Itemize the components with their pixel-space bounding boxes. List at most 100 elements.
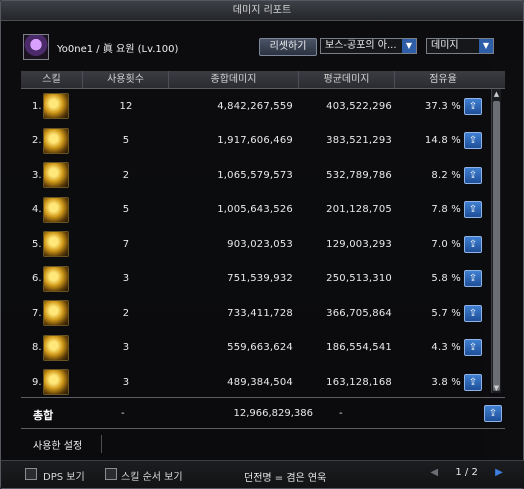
total-row: 총합 - 12,966,829,386 - ⇪ bbox=[21, 397, 505, 429]
chevron-down-icon: ▼ bbox=[479, 39, 493, 53]
dps-label: DPS 보기 bbox=[43, 472, 85, 483]
row-total: 4,842,267,559 bbox=[217, 100, 293, 112]
row-total: 489,384,504 bbox=[227, 376, 293, 388]
row-index: 1. bbox=[32, 100, 42, 112]
row-total: 903,023,053 bbox=[227, 238, 293, 250]
skill-order-label: 스킬 순서 보기 bbox=[121, 472, 183, 483]
row-count: 2 bbox=[122, 307, 130, 319]
header-share: 점유율 bbox=[429, 74, 457, 85]
row-index: 6. bbox=[32, 273, 42, 285]
table-row: 9. 3 489,384,504 163,128,168 3.8 % ⇪ bbox=[21, 365, 491, 400]
row-total: 733,411,728 bbox=[227, 307, 293, 319]
row-avg: 250,513,310 bbox=[326, 273, 392, 285]
chevron-up-icon[interactable]: ▲ bbox=[492, 89, 501, 99]
damage-table: 스킬 사용횟수 종합데미지 평균데미지 점유율 1. 12 4,842,267,… bbox=[21, 71, 505, 396]
share-icon[interactable]: ⇪ bbox=[464, 201, 482, 219]
row-share: 3.8 % bbox=[431, 376, 461, 388]
share-icon[interactable]: ⇪ bbox=[464, 132, 482, 150]
row-share: 5.8 % bbox=[431, 273, 461, 285]
header-total: 종합데미지 bbox=[169, 71, 299, 88]
skill-icon bbox=[43, 265, 69, 292]
skill-icon bbox=[43, 334, 69, 361]
row-avg: 532,789,786 bbox=[326, 169, 392, 181]
row-count: 3 bbox=[122, 273, 130, 285]
scrollbar-thumb[interactable] bbox=[493, 101, 500, 391]
damage-report-window: 데미지 리포트 Yo0ne1 / 眞 요원 (Lv.100) 리셋하기 보스-공… bbox=[0, 0, 524, 489]
row-count: 3 bbox=[122, 342, 130, 354]
row-total: 559,663,624 bbox=[227, 342, 293, 354]
row-share: 7.0 % bbox=[431, 238, 461, 250]
table-body: 1. 12 4,842,267,559 403,522,296 37.3 % ⇪… bbox=[21, 89, 491, 400]
row-avg: 366,705,864 bbox=[326, 307, 392, 319]
row-count: 5 bbox=[122, 204, 130, 216]
total-damage: 12,966,829,386 bbox=[233, 408, 313, 419]
table-row: 1. 12 4,842,267,559 403,522,296 37.3 % ⇪ bbox=[21, 89, 491, 124]
skill-icon bbox=[43, 231, 69, 258]
skill-icon bbox=[43, 127, 69, 154]
divider bbox=[101, 435, 102, 453]
table-row: 6. 3 751,539,932 250,513,310 5.8 % ⇪ bbox=[21, 262, 491, 297]
table-header: 스킬 사용횟수 종합데미지 평균데미지 점유율 bbox=[21, 71, 505, 89]
skill-icon bbox=[43, 300, 69, 327]
row-index: 5. bbox=[32, 238, 42, 250]
type-select-value: 데미지 bbox=[431, 40, 459, 51]
row-share: 14.8 % bbox=[424, 135, 461, 147]
share-icon[interactable]: ⇪ bbox=[464, 304, 482, 322]
skill-icon bbox=[43, 369, 69, 396]
header-count: 사용횟수 bbox=[83, 71, 169, 88]
chevron-right-icon[interactable]: ▶ bbox=[493, 467, 505, 479]
row-index: 7. bbox=[32, 307, 42, 319]
boss-select-value: 보스-공포의 아... bbox=[325, 40, 397, 51]
share-icon[interactable]: ⇪ bbox=[464, 166, 482, 184]
type-select[interactable]: 데미지 ▼ bbox=[426, 38, 494, 54]
row-total: 1,065,579,573 bbox=[217, 169, 293, 181]
table-row: 4. 5 1,005,643,526 201,128,705 7.8 % ⇪ bbox=[21, 193, 491, 228]
row-avg: 129,003,293 bbox=[326, 238, 392, 250]
chevron-left-icon[interactable]: ◀ bbox=[428, 467, 440, 479]
row-avg: 163,128,168 bbox=[326, 376, 392, 388]
table-row: 8. 3 559,663,624 186,554,541 4.3 % ⇪ bbox=[21, 331, 491, 366]
row-index: 3. bbox=[32, 169, 42, 181]
table-scrollbar[interactable]: ▲ ▼ bbox=[491, 89, 501, 393]
row-index: 2. bbox=[32, 135, 42, 147]
share-icon[interactable]: ⇪ bbox=[484, 405, 502, 422]
character-name: Yo0ne1 / 眞 요원 (Lv.100) bbox=[57, 44, 179, 55]
used-setting-label: 사용한 설정 bbox=[33, 441, 83, 452]
row-total: 751,539,932 bbox=[227, 273, 293, 285]
table-row: 3. 2 1,065,579,573 532,789,786 8.2 % ⇪ bbox=[21, 158, 491, 193]
boss-select[interactable]: 보스-공포의 아... ▼ bbox=[320, 38, 417, 54]
table-row: 2. 5 1,917,606,469 383,521,293 14.8 % ⇪ bbox=[21, 124, 491, 159]
skill-icon bbox=[43, 162, 69, 189]
row-avg: 383,521,293 bbox=[326, 135, 392, 147]
share-icon[interactable]: ⇪ bbox=[464, 97, 482, 115]
total-avg: - bbox=[339, 408, 343, 419]
share-icon[interactable]: ⇪ bbox=[464, 373, 482, 391]
row-share: 37.3 % bbox=[424, 100, 461, 112]
row-count: 7 bbox=[122, 238, 130, 250]
skill-order-checkbox[interactable] bbox=[105, 468, 117, 480]
share-icon[interactable]: ⇪ bbox=[464, 339, 482, 357]
total-count: - bbox=[121, 408, 125, 419]
row-count: 5 bbox=[122, 135, 130, 147]
row-count: 3 bbox=[122, 376, 130, 388]
skill-icon bbox=[43, 93, 69, 120]
chevron-down-icon[interactable]: ▼ bbox=[492, 383, 501, 393]
used-setting-section: 사용한 설정 bbox=[21, 433, 505, 455]
share-icon[interactable]: ⇪ bbox=[464, 235, 482, 253]
report-header: Yo0ne1 / 眞 요원 (Lv.100) 리셋하기 보스-공포의 아... … bbox=[19, 31, 503, 61]
row-avg: 403,522,296 bbox=[326, 100, 392, 112]
table-row: 5. 7 903,023,053 129,003,293 7.0 % ⇪ bbox=[21, 227, 491, 262]
dps-checkbox[interactable] bbox=[25, 468, 37, 480]
skill-icon bbox=[43, 196, 69, 223]
row-avg: 201,128,705 bbox=[326, 204, 392, 216]
row-total: 1,917,606,469 bbox=[217, 135, 293, 147]
row-share: 5.7 % bbox=[431, 307, 461, 319]
header-avg: 평균데미지 bbox=[299, 71, 395, 88]
row-share: 4.3 % bbox=[431, 342, 461, 354]
share-icon[interactable]: ⇪ bbox=[464, 270, 482, 288]
dungeon-legend: 던전명 = 겸은 연욱 bbox=[244, 473, 327, 484]
reset-button[interactable]: 리셋하기 bbox=[259, 38, 317, 56]
row-count: 2 bbox=[122, 169, 130, 181]
row-total: 1,005,643,526 bbox=[217, 204, 293, 216]
report-footer: DPS 보기 스킬 순서 보기 던전명 = 겸은 연욱 ◀ 1 / 2 ▶ bbox=[1, 460, 524, 488]
